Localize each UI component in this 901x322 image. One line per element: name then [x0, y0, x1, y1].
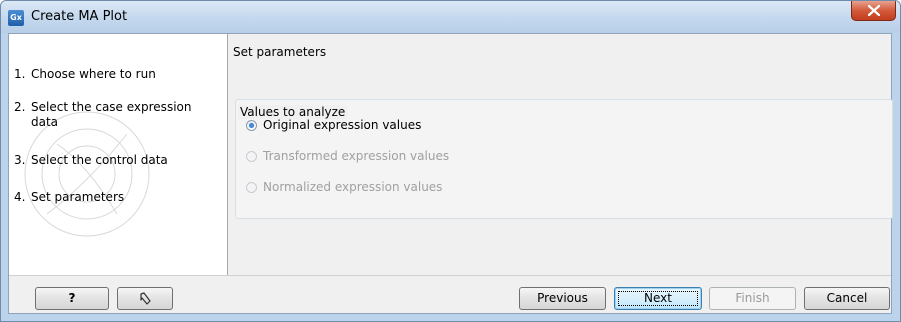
- window-title: Create MA Plot: [31, 9, 128, 24]
- step-label: Select the case expression data: [31, 100, 192, 129]
- next-button[interactable]: Next: [614, 287, 702, 310]
- group-title: Values to analyze: [238, 105, 348, 119]
- wizard-step-2: 2. Select the case expression data: [14, 100, 206, 130]
- radio-original-expression-values[interactable]: Original expression values: [246, 118, 421, 132]
- step-number: 4.: [14, 190, 26, 204]
- close-button[interactable]: [851, 1, 896, 21]
- wizard-step-4-current: 4. Set parameters: [14, 190, 206, 205]
- step-number: 2.: [14, 100, 26, 114]
- title-bar[interactable]: Gx Create MA Plot: [1, 1, 900, 33]
- reset-button[interactable]: [117, 287, 173, 310]
- help-button[interactable]: ?: [35, 287, 109, 310]
- parameters-panel: Set parameters Values to analyze Origina…: [228, 34, 893, 275]
- radio-normalized-expression-values[interactable]: Normalized expression values: [246, 180, 442, 194]
- wizard-steps-panel: 1. Choose where to run 2. Select the cas…: [9, 34, 228, 275]
- wizard-step-1: 1. Choose where to run: [14, 67, 206, 82]
- cancel-button[interactable]: Cancel: [804, 287, 890, 310]
- reset-arrow-icon: [140, 292, 151, 305]
- radio-selected-icon: [246, 119, 257, 131]
- step-number: 1.: [14, 67, 26, 81]
- radio-label: Original expression values: [263, 118, 422, 132]
- radio-unselected-icon: [246, 181, 257, 193]
- dialog-window: Gx Create MA Plot 1. Choose where to run: [0, 0, 901, 322]
- radio-label: Normalized expression values: [263, 180, 443, 194]
- step-number: 3.: [14, 153, 26, 167]
- radio-label: Transformed expression values: [263, 149, 450, 163]
- focus-rectangle: [618, 291, 698, 306]
- wizard-step-3: 3. Select the control data: [14, 153, 206, 168]
- section-title: Set parameters: [233, 45, 327, 59]
- previous-button[interactable]: Previous: [519, 287, 606, 310]
- watermark-seal-icon: [24, 111, 150, 237]
- app-icon: Gx: [8, 10, 24, 26]
- dialog-body: 1. Choose where to run 2. Select the cas…: [8, 33, 893, 314]
- finish-button[interactable]: Finish: [709, 287, 796, 310]
- radio-unselected-icon: [246, 150, 257, 162]
- radio-transformed-expression-values[interactable]: Transformed expression values: [246, 149, 449, 163]
- button-bar-divider: [9, 275, 891, 276]
- close-icon: [868, 5, 880, 16]
- step-label: Set parameters: [31, 190, 125, 204]
- step-label: Choose where to run: [31, 67, 156, 81]
- step-label: Select the control data: [31, 153, 168, 167]
